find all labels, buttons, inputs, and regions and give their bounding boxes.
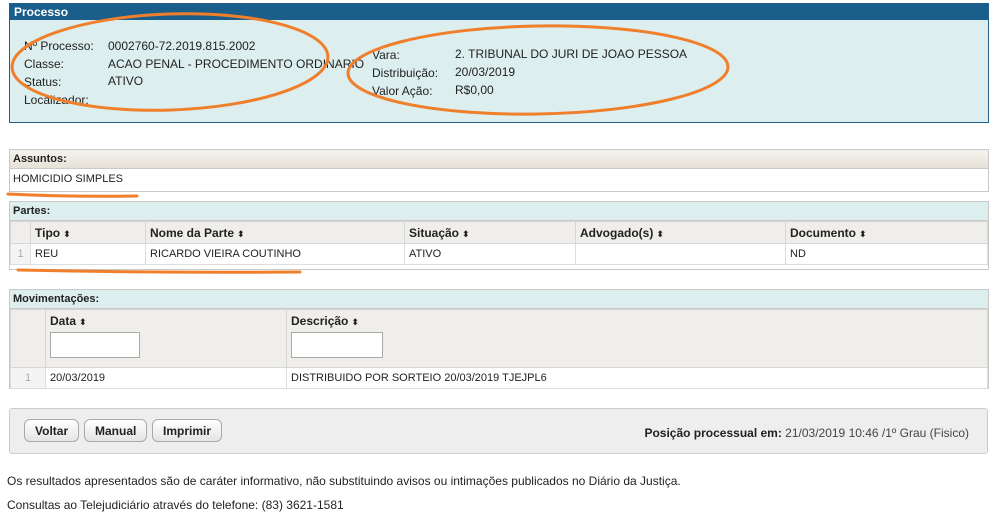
sort-updown-icon: ⬍	[63, 228, 71, 239]
numero-value: 0002760-72.2019.815.2002	[108, 39, 256, 53]
row-number: 1	[10, 367, 46, 389]
annotation-underline-parte	[16, 268, 302, 274]
cell-tipo: REU	[30, 243, 146, 265]
cell-nome: RICARDO VIEIRA COUTINHO	[145, 243, 405, 265]
footer-disclaimer: Os resultados apresentados são de caráte…	[7, 474, 681, 488]
vara-value: 2. TRIBUNAL DO JURI DE JOAO PESSOA	[455, 47, 688, 61]
partes-header: Partes:	[10, 202, 988, 221]
cell-data: 20/03/2019	[45, 367, 287, 389]
distribuicao-label: Distribuição:	[372, 66, 439, 80]
partes-section: Partes: Tipo ⬍ Nome da Parte ⬍ Situação ⬍ A…	[9, 201, 989, 270]
col-header-advogados[interactable]: Advogado(s) ⬍	[575, 221, 786, 244]
cell-advogados	[575, 243, 786, 265]
row-number-header	[10, 221, 31, 244]
cell-descricao: DISTRIBUIDO POR SORTEIO 20/03/2019 TJEJP…	[286, 367, 988, 389]
sort-updown-icon: ⬍	[656, 228, 664, 239]
processo-panel: Processo Nº Processo: 0002760-72.2019.81…	[9, 3, 989, 123]
assuntos-header: Assuntos:	[10, 150, 988, 169]
valor-value: R$0,00	[455, 83, 494, 97]
posicao-processual: Posição processual em: 21/03/2019 10:46 …	[644, 426, 969, 440]
descricao-filter-input[interactable]	[291, 332, 383, 358]
status-label: Status:	[24, 75, 62, 89]
cell-documento: ND	[785, 243, 988, 265]
row-number-header	[10, 309, 46, 368]
col-header-situacao[interactable]: Situação ⬍	[404, 221, 576, 244]
localizador-label: Localizador:	[24, 93, 89, 107]
footer-telefone: Consultas ao Telejudiciário através do t…	[7, 498, 344, 512]
posicao-value: 21/03/2019 10:46 /1º Grau (Fisico)	[785, 426, 969, 440]
col-header-descricao[interactable]: Descrição ⬍	[286, 309, 988, 368]
col-header-data[interactable]: Data ⬍	[45, 309, 287, 368]
table-row[interactable]: 1 REU RICARDO VIEIRA COUTINHO ATIVO ND	[10, 243, 988, 265]
sort-updown-icon: ⬍	[462, 228, 470, 239]
sort-updown-icon: ⬍	[859, 228, 867, 239]
row-number: 1	[10, 243, 31, 265]
col-header-tipo[interactable]: Tipo ⬍	[30, 221, 146, 244]
assunto-item: HOMICIDIO SIMPLES	[13, 173, 124, 185]
movimentacoes-section: Movimentações: Data ⬍ Descrição ⬍ 1 20/03/…	[9, 289, 989, 389]
valor-label: Valor Ação:	[372, 84, 433, 98]
action-toolbar: Voltar Manual Imprimir Posição processua…	[9, 408, 988, 454]
table-row[interactable]: 1 20/03/2019 DISTRIBUIDO POR SORTEIO 20/…	[10, 367, 988, 389]
col-header-nome[interactable]: Nome da Parte ⬍	[145, 221, 405, 244]
distribuicao-value: 20/03/2019	[455, 65, 516, 79]
imprimir-button[interactable]: Imprimir	[152, 419, 223, 442]
cell-situacao: ATIVO	[404, 243, 576, 265]
col-header-documento[interactable]: Documento ⬍	[785, 221, 988, 244]
numero-label: Nº Processo:	[24, 39, 94, 53]
vara-label: Vara:	[372, 48, 400, 62]
sort-updown-icon: ⬍	[79, 317, 87, 327]
posicao-label: Posição processual em:	[644, 426, 782, 440]
sort-updown-icon: ⬍	[351, 317, 359, 327]
sort-updown-icon: ⬍	[237, 228, 245, 239]
manual-button[interactable]: Manual	[84, 419, 148, 442]
annotation-underline-assunto	[6, 192, 139, 198]
movimentacoes-header: Movimentações:	[10, 290, 988, 309]
data-filter-input[interactable]	[50, 332, 140, 358]
partes-table: Tipo ⬍ Nome da Parte ⬍ Situação ⬍ Advogado(…	[10, 221, 988, 265]
voltar-button[interactable]: Voltar	[24, 419, 80, 442]
assuntos-section: Assuntos: HOMICIDIO SIMPLES	[9, 149, 989, 192]
classe-label: Classe:	[24, 57, 65, 71]
classe-value: ACAO PENAL - PROCEDIMENTO ORDINARIO	[108, 57, 365, 71]
status-value: ATIVO	[108, 74, 144, 88]
processo-header: Processo	[10, 4, 988, 20]
movimentacoes-table: Data ⬍ Descrição ⬍ 1 20/03/2019 DISTRIBUID…	[10, 309, 988, 389]
